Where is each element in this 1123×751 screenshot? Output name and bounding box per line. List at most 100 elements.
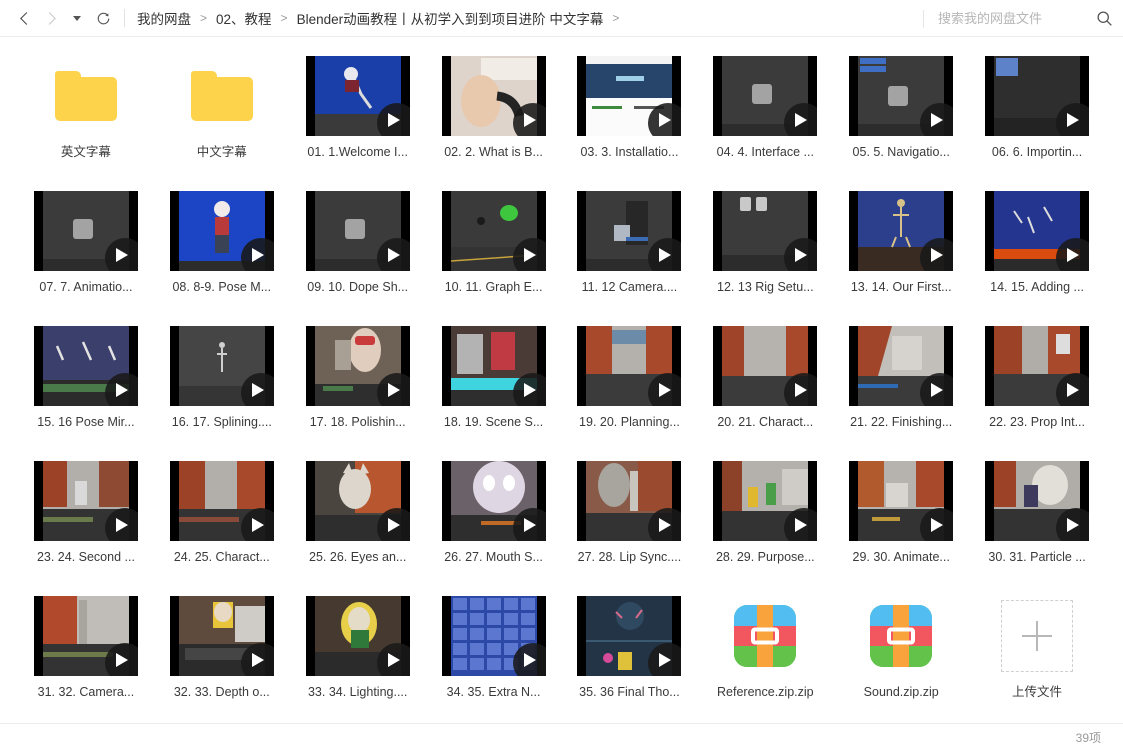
forward-button[interactable]: [38, 5, 64, 31]
video-thumbnail: [849, 190, 954, 272]
play-button-icon[interactable]: [920, 508, 954, 541]
video-file-item[interactable]: 26. 27. Mouth S...: [426, 456, 562, 578]
video-file-item[interactable]: 03. 3. Installatio...: [562, 51, 698, 173]
refresh-button[interactable]: [90, 5, 116, 31]
video-file-item[interactable]: 21. 22. Finishing...: [833, 321, 969, 443]
play-button-icon[interactable]: [784, 238, 818, 271]
video-file-item[interactable]: 13. 14. Our First...: [833, 186, 969, 308]
search-icon[interactable]: [1096, 10, 1113, 27]
video-file-item[interactable]: 18. 19. Scene S...: [426, 321, 562, 443]
item-label: 20. 21. Charact...: [717, 415, 814, 429]
video-file-item[interactable]: 09. 10. Dope Sh...: [290, 186, 426, 308]
video-file-item[interactable]: 28. 29. Purpose...: [697, 456, 833, 578]
item-label: Sound.zip.zip: [863, 685, 939, 699]
item-label: 21. 22. Finishing...: [850, 415, 953, 429]
breadcrumb: 我的网盘 > 02、教程 > Blender动画教程丨从初学入到到项目进阶 中文…: [137, 8, 628, 28]
navigation-buttons: [12, 5, 116, 31]
item-label: 16. 17. Splining....: [171, 415, 272, 429]
video-file-item[interactable]: 29. 30. Animate...: [833, 456, 969, 578]
folder-item[interactable]: 中文字幕: [154, 51, 290, 173]
play-button-icon[interactable]: [104, 508, 138, 541]
video-thumbnail: [169, 325, 274, 407]
video-file-item[interactable]: 27. 28. Lip Sync....: [562, 456, 698, 578]
video-file-item[interactable]: 05. 5. Navigatio...: [833, 51, 969, 173]
play-button-icon[interactable]: [648, 373, 682, 406]
video-file-item[interactable]: 35. 36 Final Tho...: [562, 591, 698, 713]
item-label: 29. 30. Animate...: [852, 550, 950, 564]
play-button-icon[interactable]: [784, 508, 818, 541]
play-button-icon[interactable]: [920, 238, 954, 271]
video-file-item[interactable]: 33. 34. Lighting....: [290, 591, 426, 713]
video-thumbnail: [441, 190, 546, 272]
item-label: 32. 33. Depth o...: [173, 685, 270, 699]
video-file-item[interactable]: 06. 6. Importin...: [969, 51, 1105, 173]
play-button-icon[interactable]: [648, 238, 682, 271]
video-file-item[interactable]: 32. 33. Depth o...: [154, 591, 290, 713]
play-button-icon[interactable]: [1056, 103, 1090, 136]
play-button-icon[interactable]: [1056, 373, 1090, 406]
play-button-icon[interactable]: [104, 238, 138, 271]
upload-file-tile[interactable]: 上传文件: [969, 591, 1105, 713]
video-preview: [713, 461, 818, 541]
video-preview: [169, 326, 274, 406]
zip-file-item[interactable]: Sound.zip.zip: [833, 591, 969, 713]
video-thumbnail: [305, 460, 410, 542]
play-button-icon[interactable]: [784, 103, 818, 136]
video-file-item[interactable]: 17. 18. Polishin...: [290, 321, 426, 443]
video-file-item[interactable]: 30. 31. Particle ...: [969, 456, 1105, 578]
video-preview: [713, 56, 818, 136]
breadcrumb-item-tutorials[interactable]: 02、教程: [216, 8, 272, 28]
video-thumbnail: [305, 595, 410, 677]
video-thumbnail: [169, 190, 274, 272]
caret-down-icon: [73, 15, 81, 21]
history-dropdown-button[interactable]: [64, 5, 90, 31]
video-file-item[interactable]: 02. 2. What is B...: [426, 51, 562, 173]
item-label: 30. 31. Particle ...: [988, 550, 1086, 564]
search-input[interactable]: [938, 11, 1088, 26]
video-file-item[interactable]: 31. 32. Camera...: [18, 591, 154, 713]
video-file-item[interactable]: 07. 7. Animatio...: [18, 186, 154, 308]
video-preview: [441, 326, 546, 406]
video-file-item[interactable]: 11. 12 Camera....: [562, 186, 698, 308]
play-button-icon[interactable]: [104, 643, 138, 676]
play-button-icon[interactable]: [648, 103, 682, 136]
toolbar-divider: [124, 9, 125, 27]
video-thumbnail: [577, 55, 682, 137]
video-preview: [849, 56, 954, 136]
video-file-item[interactable]: 12. 13 Rig Setu...: [697, 186, 833, 308]
play-button-icon[interactable]: [104, 373, 138, 406]
back-button[interactable]: [12, 5, 38, 31]
video-file-item[interactable]: 16. 17. Splining....: [154, 321, 290, 443]
play-button-icon[interactable]: [648, 643, 682, 676]
item-label: Reference.zip.zip: [717, 685, 814, 699]
play-button-icon[interactable]: [920, 103, 954, 136]
video-file-item[interactable]: 10. 11. Graph E...: [426, 186, 562, 308]
video-file-item[interactable]: 34. 35. Extra N...: [426, 591, 562, 713]
video-thumbnail: [33, 460, 138, 542]
video-file-item[interactable]: 19. 20. Planning...: [562, 321, 698, 443]
video-file-item[interactable]: 08. 8-9. Pose M...: [154, 186, 290, 308]
video-file-item[interactable]: 14. 15. Adding ...: [969, 186, 1105, 308]
video-file-item[interactable]: 24. 25. Charact...: [154, 456, 290, 578]
video-file-item[interactable]: 22. 23. Prop Int...: [969, 321, 1105, 443]
folder-item[interactable]: 英文字幕: [18, 51, 154, 173]
video-file-item[interactable]: 04. 4. Interface ...: [697, 51, 833, 173]
upload-dropzone[interactable]: [1001, 600, 1074, 672]
video-file-item[interactable]: 15. 16 Pose Mir...: [18, 321, 154, 443]
breadcrumb-separator: >: [200, 11, 208, 25]
play-button-icon[interactable]: [1056, 238, 1090, 271]
breadcrumb-item-root[interactable]: 我的网盘: [137, 8, 191, 28]
play-button-icon[interactable]: [648, 508, 682, 541]
play-button-icon[interactable]: [784, 373, 818, 406]
video-file-item[interactable]: 23. 24. Second ...: [18, 456, 154, 578]
video-file-item[interactable]: 25. 26. Eyes an...: [290, 456, 426, 578]
item-label: 15. 16 Pose Mir...: [37, 415, 135, 429]
video-preview: [33, 461, 138, 541]
zip-file-item[interactable]: Reference.zip.zip: [697, 591, 833, 713]
breadcrumb-item-current[interactable]: Blender动画教程丨从初学入到到项目进阶 中文字幕: [297, 8, 604, 28]
video-file-item[interactable]: 20. 21. Charact...: [697, 321, 833, 443]
play-button-icon[interactable]: [920, 373, 954, 406]
video-file-item[interactable]: 01. 1.Welcome I...: [290, 51, 426, 173]
video-thumbnail: [577, 190, 682, 272]
play-button-icon[interactable]: [1056, 508, 1090, 541]
